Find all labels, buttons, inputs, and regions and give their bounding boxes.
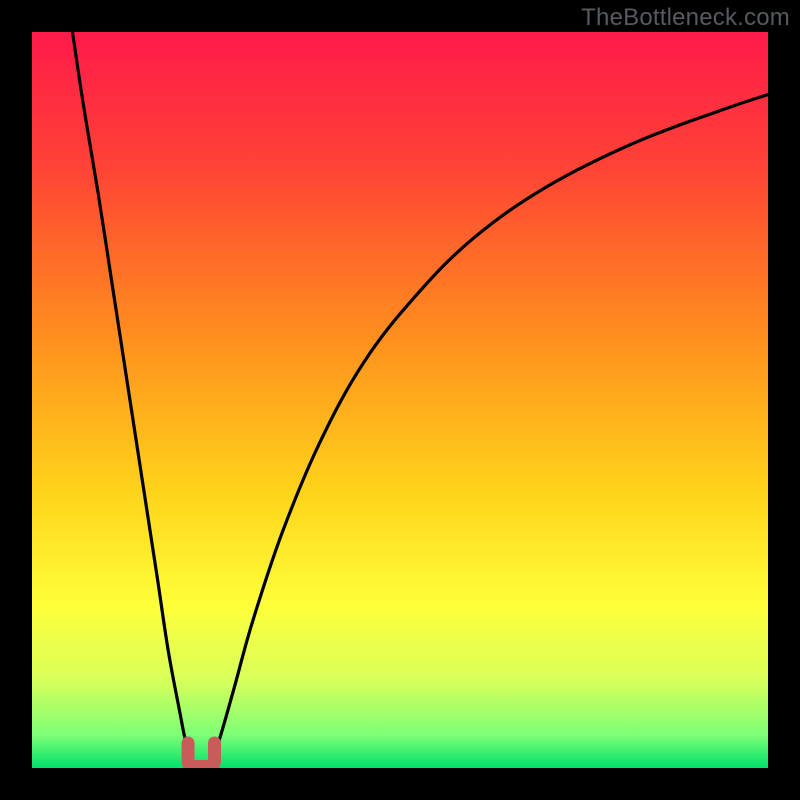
bottleneck-chart <box>32 32 768 768</box>
gradient-panel <box>32 32 768 768</box>
chart-frame: TheBottleneck.com <box>0 0 800 800</box>
watermark-text: TheBottleneck.com <box>581 4 790 32</box>
